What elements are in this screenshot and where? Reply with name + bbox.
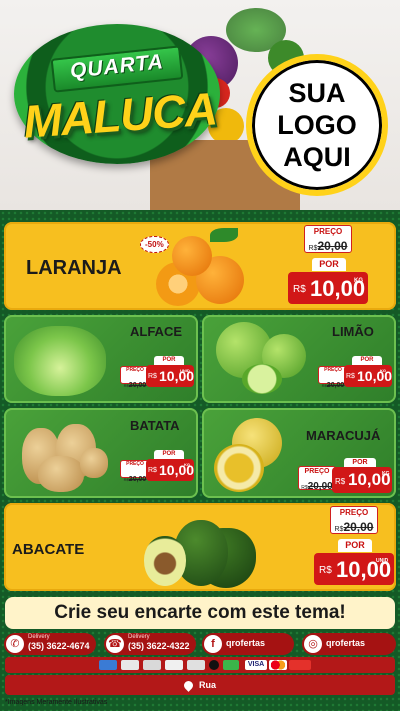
- unit-label: UNID: [376, 558, 389, 564]
- old-price-value: 20,00: [128, 476, 147, 483]
- new-price-currency: R$: [319, 565, 332, 576]
- card-brand-icon: [223, 660, 239, 670]
- new-price: R$ 10,00 KG: [332, 467, 392, 493]
- old-price-label: PREÇO: [313, 227, 343, 236]
- lime-slice-image: [242, 364, 282, 394]
- new-price: R$ 10,00 UNID: [146, 365, 194, 387]
- payment-methods-bar: VISA: [5, 657, 395, 673]
- logo-line-1: SUA: [288, 78, 346, 108]
- logo-placeholder: SUA LOGO AQUI: [246, 54, 388, 196]
- phone-contact[interactable]: ☎ Delivery (35) 3622-4322: [104, 633, 196, 655]
- product-name: MARACUJÁ: [306, 428, 381, 443]
- card-brand-icon: [121, 660, 139, 670]
- cta-text: Crie seu encarte com este tema!: [54, 602, 346, 623]
- whatsapp-number: (35) 3622-4674: [28, 641, 90, 651]
- delivery-label: Delivery: [128, 634, 150, 640]
- mastercard-icon: [269, 660, 287, 670]
- old-price-value: 20,00: [128, 382, 147, 389]
- whatsapp-contact[interactable]: ✆ Delivery (35) 3622-4674: [4, 633, 96, 655]
- phone-number: (35) 3622-4322: [128, 641, 190, 651]
- instagram-icon: ◎: [304, 635, 322, 653]
- new-price-currency: R$: [346, 373, 355, 380]
- facebook-icon: f: [204, 635, 222, 653]
- old-price-value: 20,00: [343, 520, 374, 534]
- hipercard-icon: [289, 660, 311, 670]
- logo-line-2: LOGO: [277, 110, 357, 140]
- new-price: R$ 10,00 KG: [344, 365, 392, 387]
- por-label: POR: [338, 539, 372, 552]
- new-price: R$ 10,00 UNID: [314, 553, 394, 585]
- unit-label: KG: [382, 471, 390, 477]
- instagram-contact[interactable]: ◎ qrofertas: [302, 633, 396, 655]
- delivery-label: Delivery: [28, 634, 50, 640]
- potato-image: [38, 456, 84, 492]
- product-name: ABACATE: [12, 541, 85, 558]
- old-price-value: 20,00: [317, 239, 348, 253]
- contacts-bar: ✆ Delivery (35) 3622-4674 ☎ Delivery (35…: [0, 633, 400, 655]
- por-label: POR: [154, 450, 184, 459]
- unit-label: KG: [354, 278, 363, 284]
- location-pin-icon: [182, 678, 195, 692]
- phone-icon: ☎: [106, 635, 124, 653]
- new-price: R$ 10,00 KG: [146, 459, 194, 481]
- header-banner: QUARTA MALUCA SUA LOGO AQUI: [0, 0, 400, 210]
- unit-label: KG: [380, 368, 386, 373]
- facebook-handle: qrofertas: [226, 638, 266, 648]
- disclaimer-text: *Imagens Meramente Ilustrativas: [5, 699, 108, 706]
- visa-icon: VISA: [245, 660, 267, 670]
- product-name: BATATA: [130, 418, 180, 433]
- instagram-handle: qrofertas: [326, 638, 366, 648]
- discount-badge: -50%: [140, 236, 169, 253]
- leaf-image: [210, 228, 238, 242]
- product-name: LARANJA: [26, 257, 122, 279]
- new-price-currency: R$: [148, 373, 157, 380]
- old-price-value: 20,00: [307, 481, 333, 492]
- new-price-currency: R$: [335, 477, 346, 486]
- card-brand-icon: [187, 660, 205, 670]
- old-price-label: PREÇO: [126, 367, 144, 373]
- old-price-box: PREÇO R$20,00: [304, 225, 352, 253]
- old-price-label: PREÇO: [126, 461, 144, 467]
- por-label: POR: [352, 356, 382, 365]
- old-price-box: PREÇO R$20,00: [298, 466, 336, 492]
- card-brand-icon: [165, 660, 183, 670]
- lettuce-image: [14, 326, 106, 396]
- orange-image: [172, 236, 212, 276]
- address-text: Rua: [198, 680, 216, 690]
- product-name: LIMÃO: [332, 324, 374, 339]
- passion-fruit-half-image: [214, 444, 264, 492]
- old-price-value: 20,00: [326, 382, 345, 389]
- new-price: R$ 10,00 KG: [288, 272, 368, 304]
- unit-label: UNID: [180, 368, 190, 373]
- por-label: POR: [312, 258, 346, 271]
- card-brand-icon: [143, 660, 161, 670]
- card-brand-icon: [99, 660, 117, 670]
- facebook-contact[interactable]: f qrofertas: [202, 633, 294, 655]
- old-price-box: PREÇO R$20,00: [330, 506, 378, 534]
- card-brand-icon: [209, 660, 219, 670]
- avocado-half-image: [144, 536, 186, 586]
- old-price-label: PREÇO: [304, 468, 330, 475]
- logo-line-3: AQUI: [283, 142, 351, 172]
- new-price-value: 10,00: [357, 368, 393, 384]
- potato-image: [80, 448, 108, 478]
- new-price-currency: R$: [148, 467, 157, 474]
- cta-banner[interactable]: Crie seu encarte com este tema!: [5, 597, 395, 629]
- por-label: POR: [154, 356, 184, 365]
- old-price-label: PREÇO: [339, 508, 369, 517]
- new-price-currency: R$: [293, 284, 306, 295]
- unit-label: KG: [184, 462, 190, 467]
- old-price-label: PREÇO: [324, 367, 342, 373]
- product-name: ALFACE: [130, 324, 182, 339]
- address-bar: Rua: [5, 675, 395, 695]
- whatsapp-icon: ✆: [6, 635, 24, 653]
